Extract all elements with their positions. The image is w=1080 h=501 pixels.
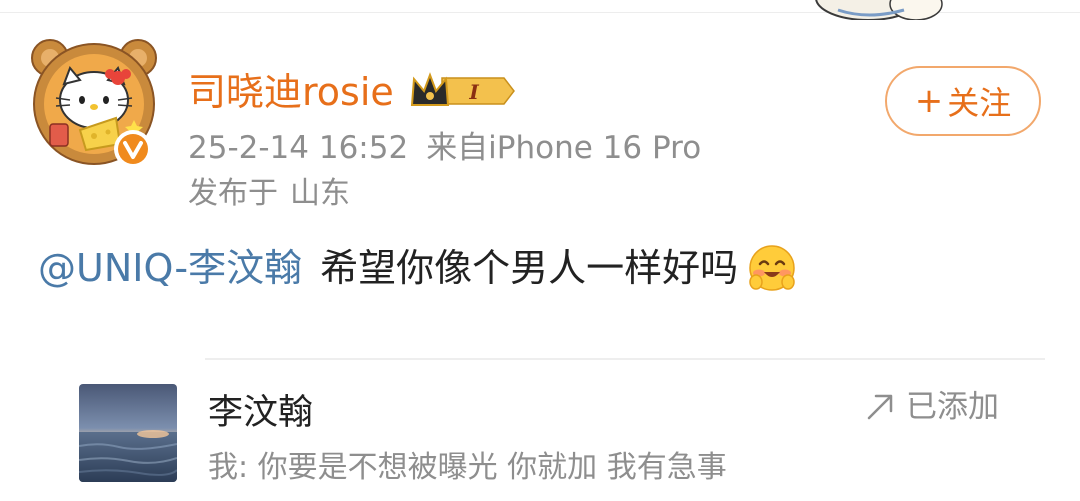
card-divider	[205, 358, 1045, 360]
card-action-label: 已添加	[906, 389, 999, 425]
arrow-up-right-icon	[867, 394, 893, 420]
card-action-added[interactable]: 已添加	[864, 384, 999, 430]
post-timestamp: 25-2-14 16:52	[188, 130, 409, 166]
post-source: 来自iPhone 16 Pro	[426, 130, 702, 166]
plus-icon: +	[914, 81, 944, 121]
card-subtitle: 我: 你要是不想被曝光 你就加 我有急事	[208, 450, 727, 485]
post-body-text: 希望你像个男人一样好吗	[320, 246, 739, 290]
mention-link[interactable]: @UNIQ-李汶翰	[38, 240, 302, 296]
post-text: @UNIQ-李汶翰 希望你像个男人一样好吗	[38, 240, 798, 296]
verified-v-badge-icon	[114, 130, 152, 168]
sea-sunset-thumbnail[interactable]	[79, 384, 177, 482]
sticker-decoration-icon	[815, 0, 943, 20]
location-label: 发布于	[188, 176, 278, 211]
location-value: 山东	[290, 176, 350, 211]
author-username[interactable]: 司晓迪rosie	[188, 66, 394, 118]
vip-crown-level-badge-icon: I	[410, 72, 515, 106]
vip-badge-level: I	[468, 80, 479, 104]
blushing-smile-emoji-icon	[749, 245, 795, 291]
follow-button[interactable]: + 关注	[885, 66, 1041, 136]
post-meta: 25-2-14 16:52 来自iPhone 16 Pro	[188, 126, 701, 170]
post-location: 发布于 山东	[188, 172, 350, 216]
card-title[interactable]: 李汶翰	[208, 388, 313, 438]
follow-button-label: 关注	[947, 84, 1012, 122]
